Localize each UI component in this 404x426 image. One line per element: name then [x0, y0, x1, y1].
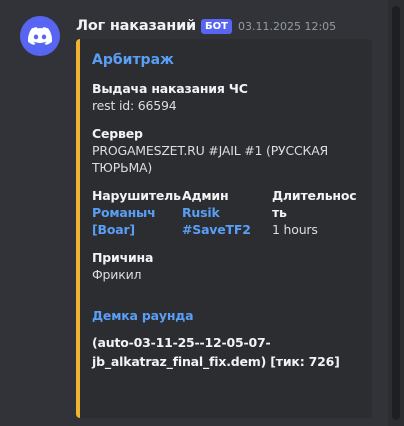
admin-link-tag[interactable]: #SaveTF2 [182, 221, 272, 238]
field-value: 1 hours [272, 222, 318, 237]
avatar[interactable] [20, 16, 60, 56]
field-value-line: PROGAMESZET.RU #JAIL #1 (РУССКАЯ [92, 143, 329, 158]
embed-card: Арбитраж Выдача наказания ЧС rest id: 66… [76, 39, 372, 418]
field-reason: Причина Фрикил [92, 249, 360, 283]
message-timestamp[interactable]: 03.11.2025 12:05 [238, 20, 336, 33]
discord-logo-icon [28, 27, 52, 45]
admin-link[interactable]: Rusik [182, 204, 272, 221]
embed-title: Арбитраж [92, 52, 174, 68]
field-name: Причина [92, 250, 154, 265]
field-name: Админ [182, 188, 229, 203]
field-violator: Нарушитель Романыч [Boar] [92, 187, 182, 238]
violator-link-tag[interactable]: [Boar] [92, 221, 182, 238]
bot-badge: БОТ [201, 18, 232, 34]
scrollbar-track[interactable] [392, 6, 400, 420]
field-name-line: ть [272, 205, 287, 220]
violator-link[interactable]: Романыч [92, 204, 182, 221]
demo-filename-line: jb_alkatraz_final_fix.dem) [тик: 726] [92, 354, 340, 369]
field-value-line: ТЮРЬМА) [92, 160, 153, 175]
field-name: Нарушитель [92, 188, 181, 203]
scrollbar[interactable] [388, 0, 404, 426]
message-header: Лог наказаний БОТ 03.11.2025 12:05 [76, 16, 384, 36]
field-name: Сервер [92, 126, 143, 141]
field-name: Выдача наказания ЧС [92, 81, 248, 96]
field-server: Сервер PROGAMESZET.RU #JAIL #1 (РУССКАЯ … [92, 125, 360, 176]
demo-filename: (auto-03-11-25--12-05-07- jb_alkatraz_fi… [92, 333, 360, 371]
field-value: rest id: 66594 [92, 98, 177, 113]
field-action: Выдача наказания ЧС rest id: 66594 [92, 80, 360, 114]
inline-fields-row: Нарушитель Романыч [Boar] Админ Rusik #S… [92, 187, 360, 238]
field-value: Фрикил [92, 267, 142, 282]
demo-title-link[interactable]: Демка раунда [92, 307, 360, 324]
author-name[interactable]: Лог наказаний [76, 18, 196, 34]
field-name-line: Длительнос [272, 188, 357, 203]
field-duration: Длительнос ть 1 hours [272, 187, 362, 238]
field-admin: Админ Rusik #SaveTF2 [182, 187, 272, 238]
demo-filename-line: (auto-03-11-25--12-05-07- [92, 335, 271, 350]
